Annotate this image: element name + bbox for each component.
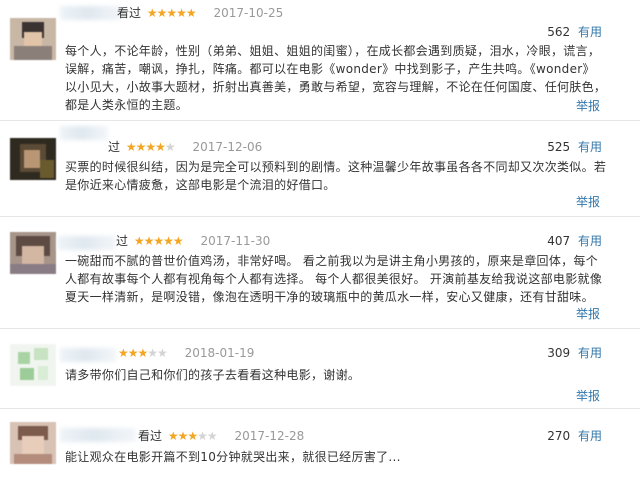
useful-button[interactable]: 有用 [578,140,602,154]
useful-count: 525 有用 [547,139,602,155]
review-content: 一碗甜而不腻的普世价值鸡汤，非常好喝。 看之前我以为是讲主角小男孩的，原来是章回… [65,254,603,304]
vote-count: 270 [547,429,571,443]
watched-status: 过 [116,234,129,248]
star-icon: ★★★★★ [146,6,197,20]
review-meta: 看过 ★★★★★ 2017-12-28 [138,428,304,444]
review-item: 看过 ★★★★★ 2017-12-28 270 有用 能让观众在电影开篇不到10… [0,408,640,497]
review-item: ★★★★★ 2018-01-19 309 有用 请多带你们自己和你们的孩子去看看… [0,328,640,409]
rating-stars: ★★★★★ [133,234,184,248]
star-icon: ★★★★★ [133,234,184,248]
useful-button[interactable]: 有用 [578,346,602,360]
watched-status: 过 [108,140,121,154]
review-item: 过 ★★★★★ 2017-12-06 525 有用 买票的时候很纠结，因为是完全… [0,120,640,217]
useful-count: 270 有用 [547,428,602,444]
avatar[interactable] [10,18,56,60]
review-content: 买票的时候很纠结，因为是完全可以预料到的剧情。这种温馨少年故事虽各各不同却又次次… [65,160,607,192]
star-icon: ★★★ [167,429,198,443]
review-content: 能让观众在电影开篇不到10分钟就哭出来，就很已经厉害了... [65,450,401,464]
review-date: 2017-11-30 [200,234,271,248]
review-item: 过 ★★★★★ 2017-11-30 407 有用 一碗甜而不腻的普世价值鸡汤，… [0,216,640,329]
review-date: 2017-12-06 [192,140,263,154]
star-icon: ★★★ [118,346,148,360]
watched-status: 看过 [117,6,142,20]
review-item: 看过 ★★★★★ 2017-10-25 562 有用 每个人，不论年龄，性别（弟… [0,0,640,121]
report-link[interactable]: 举报 [576,306,600,322]
rating-stars: ★★★★★ [146,6,197,20]
review-content: 每个人，不论年龄，性别（弟弟、姐姐、姐姐的闺蜜），在成长都会遇到质疑，泪水，冷眼… [65,44,607,112]
useful-button[interactable]: 有用 [578,429,602,443]
vote-count: 407 [547,234,571,248]
review-meta: 过 ★★★★★ 2017-12-06 [108,139,262,155]
review-date: 2018-01-19 [184,346,255,360]
review-meta: ★★★★★ 2018-01-19 [116,345,254,361]
report-link[interactable]: 举报 [576,98,600,114]
useful-count: 407 有用 [547,233,602,249]
avatar[interactable] [10,138,56,180]
review-meta: 过 ★★★★★ 2017-11-30 [116,233,270,249]
star-icon: ★★★★ [125,140,166,154]
review-date: 2017-12-28 [234,429,305,443]
avatar[interactable] [10,344,56,386]
useful-count: 562 有用 [547,24,602,40]
vote-count: 562 [547,25,571,39]
rating-stars: ★★★★★ [125,140,176,154]
rating-stars: ★★★★★ [167,429,218,443]
avatar[interactable] [10,422,56,464]
report-link[interactable]: 举报 [576,194,600,210]
useful-button[interactable]: 有用 [578,25,602,39]
report-link[interactable]: 举报 [576,388,600,404]
vote-count: 309 [547,346,571,360]
review-content: 请多带你们自己和你们的孩子去看看这种电影，谢谢。 [65,368,361,382]
rating-stars: ★★★★★ [118,346,168,360]
watched-status: 看过 [138,429,163,443]
review-date: 2017-10-25 [213,6,284,20]
vote-count: 525 [547,140,571,154]
review-meta: 看过 ★★★★★ 2017-10-25 [117,5,283,21]
avatar[interactable] [10,232,56,274]
useful-button[interactable]: 有用 [578,234,602,248]
useful-count: 309 有用 [547,345,602,361]
